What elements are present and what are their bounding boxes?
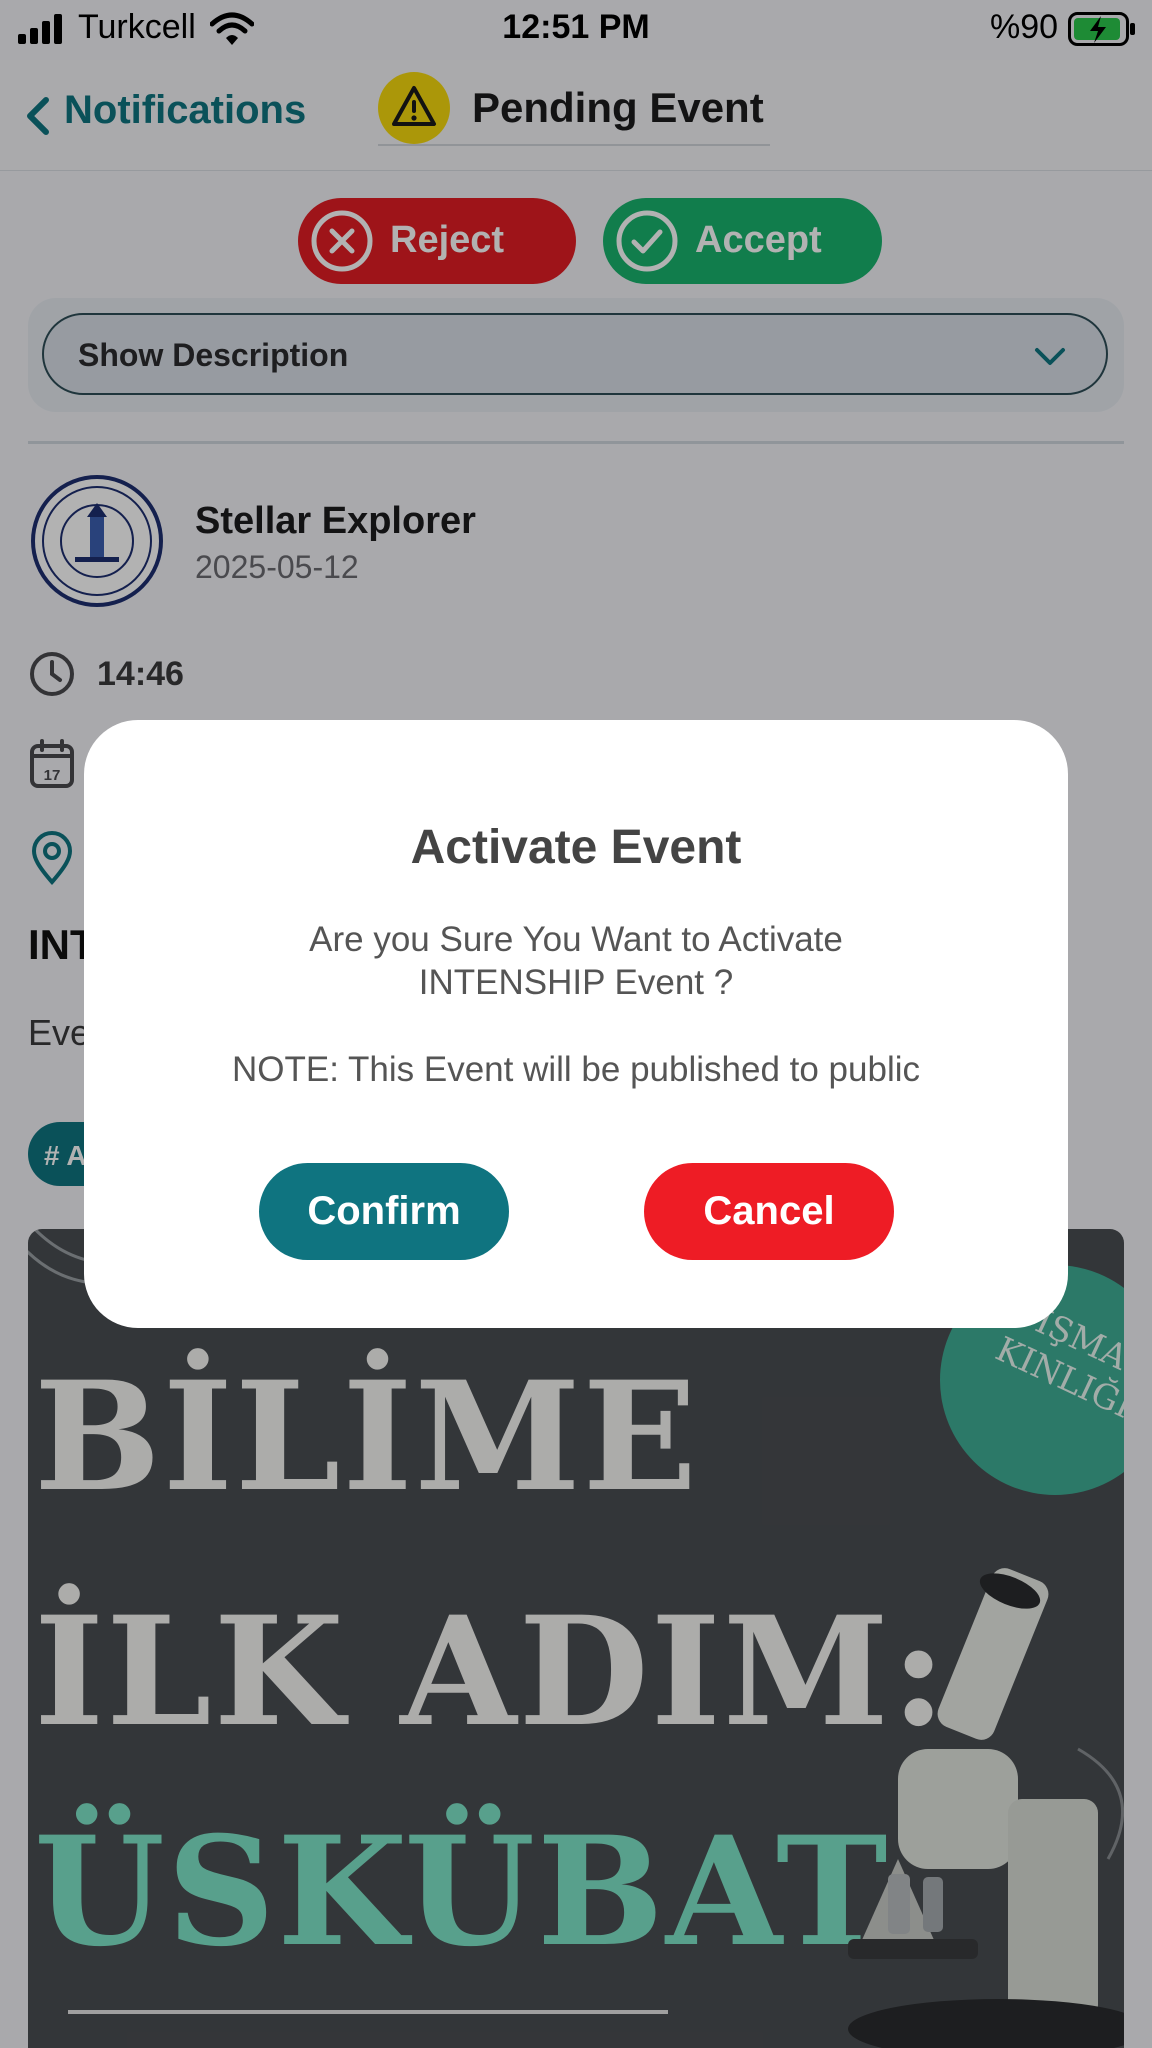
confirm-button[interactable]: Confirm bbox=[259, 1163, 509, 1260]
activate-event-dialog: Activate Event Are you Sure You Want to … bbox=[84, 720, 1068, 1328]
dialog-message: Are you Sure You Want to Activate INTENS… bbox=[309, 920, 843, 1002]
dialog-note: NOTE: This Event will be published to pu… bbox=[231, 1050, 921, 1089]
cancel-button[interactable]: Cancel bbox=[644, 1163, 894, 1260]
dialog-title: Activate Event bbox=[410, 821, 742, 874]
